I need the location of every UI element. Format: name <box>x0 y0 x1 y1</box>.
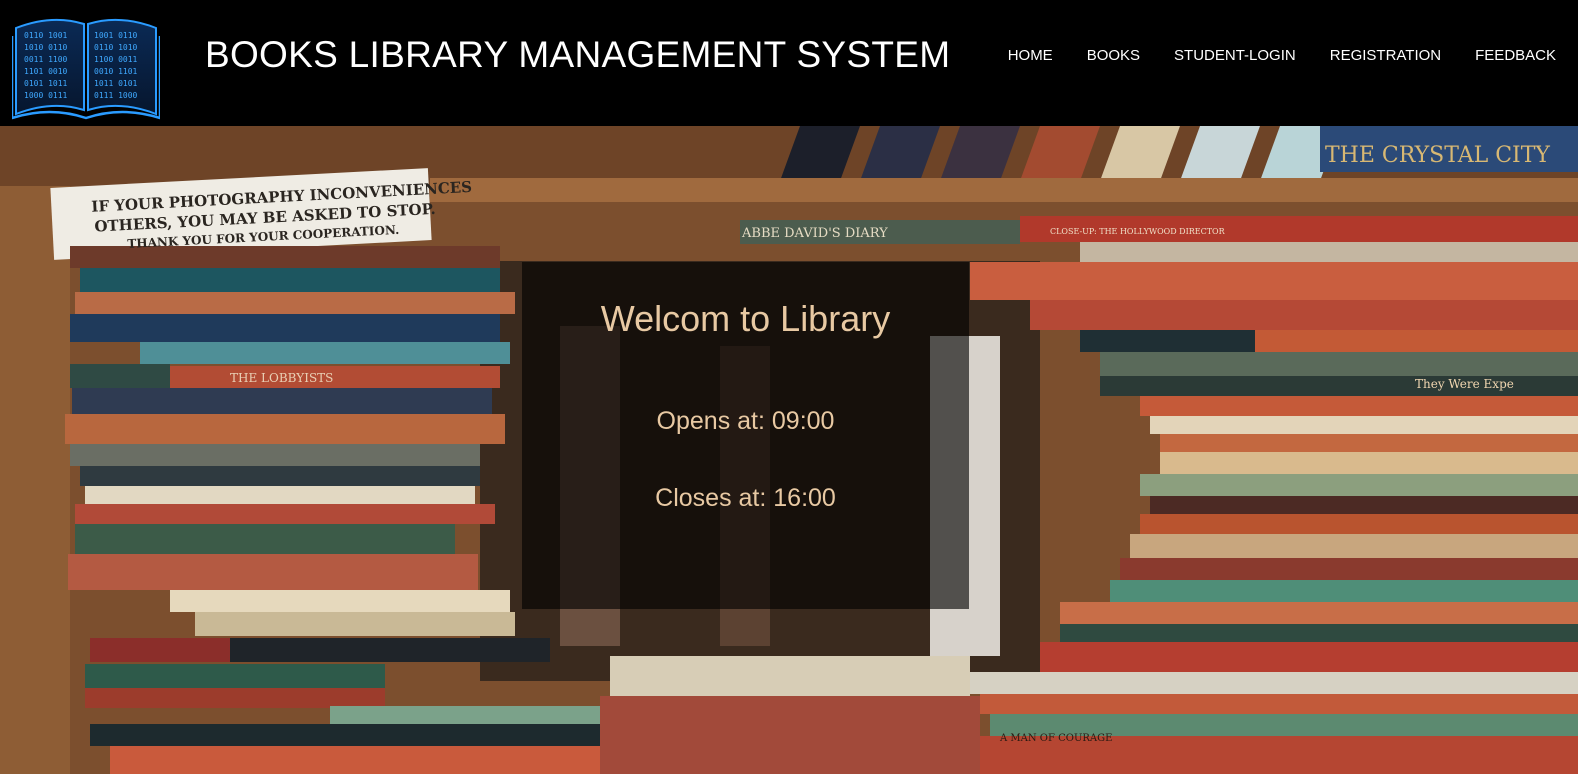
svg-text:1011 0101: 1011 0101 <box>94 79 138 88</box>
svg-text:0110 1001: 0110 1001 <box>24 31 68 40</box>
nav-registration[interactable]: REGISTRATION <box>1330 47 1441 64</box>
closing-time: Closes at: 16:00 <box>655 484 836 512</box>
svg-text:1001 0110: 1001 0110 <box>94 31 138 40</box>
nav-books[interactable]: BOOKS <box>1087 47 1140 64</box>
site-header: 0110 1001 1010 0110 0011 1100 1101 0010 … <box>0 0 1578 126</box>
spine-abbe-davids-diary: ABBE DAVID'S DIARY <box>741 226 888 241</box>
svg-text:0010 1101: 0010 1101 <box>94 67 138 76</box>
svg-text:1101 0010: 1101 0010 <box>24 67 68 76</box>
hero-bookshelf-background: IF YOUR PHOTOGRAPHY INCONVENIENCES OTHER… <box>0 126 1578 774</box>
svg-text:0111 1000: 0111 1000 <box>94 91 138 100</box>
svg-text:0110 1010: 0110 1010 <box>94 43 138 52</box>
nav-home[interactable]: HOME <box>1008 47 1053 64</box>
nav-feedback[interactable]: FEEDBACK <box>1475 47 1556 64</box>
spine-man-of-courage: A MAN OF COURAGE <box>999 733 1112 744</box>
opening-time: Opens at: 09:00 <box>656 407 835 435</box>
open-book-logo-icon[interactable]: 0110 1001 1010 0110 0011 1100 1101 0010 … <box>10 10 162 120</box>
welcome-title: Welcom to Library <box>600 298 891 339</box>
welcome-panel: Welcom to Library Opens at: 09:00 Closes… <box>522 262 969 609</box>
svg-text:1000 0111: 1000 0111 <box>24 91 68 100</box>
svg-text:1100 0011: 1100 0011 <box>94 55 138 64</box>
svg-text:0101 1011: 0101 1011 <box>24 79 68 88</box>
spine-they-were: They Were Expe <box>1415 377 1514 391</box>
site-title: BOOKS LIBRARY MANAGEMENT SYSTEM <box>205 34 951 75</box>
svg-text:1010 0110: 1010 0110 <box>24 43 68 52</box>
spine-close-up: CLOSE-UP: THE HOLLYWOOD DIRECTOR <box>1050 227 1226 236</box>
main-nav: HOME BOOKS STUDENT-LOGIN REGISTRATION FE… <box>974 47 1556 64</box>
spine-crystal-city: THE CRYSTAL CITY <box>1325 143 1550 168</box>
nav-student-login[interactable]: STUDENT-LOGIN <box>1174 47 1296 64</box>
spine-lobbyists: THE LOBBYISTS <box>230 371 333 385</box>
svg-text:0011 1100: 0011 1100 <box>24 55 68 64</box>
